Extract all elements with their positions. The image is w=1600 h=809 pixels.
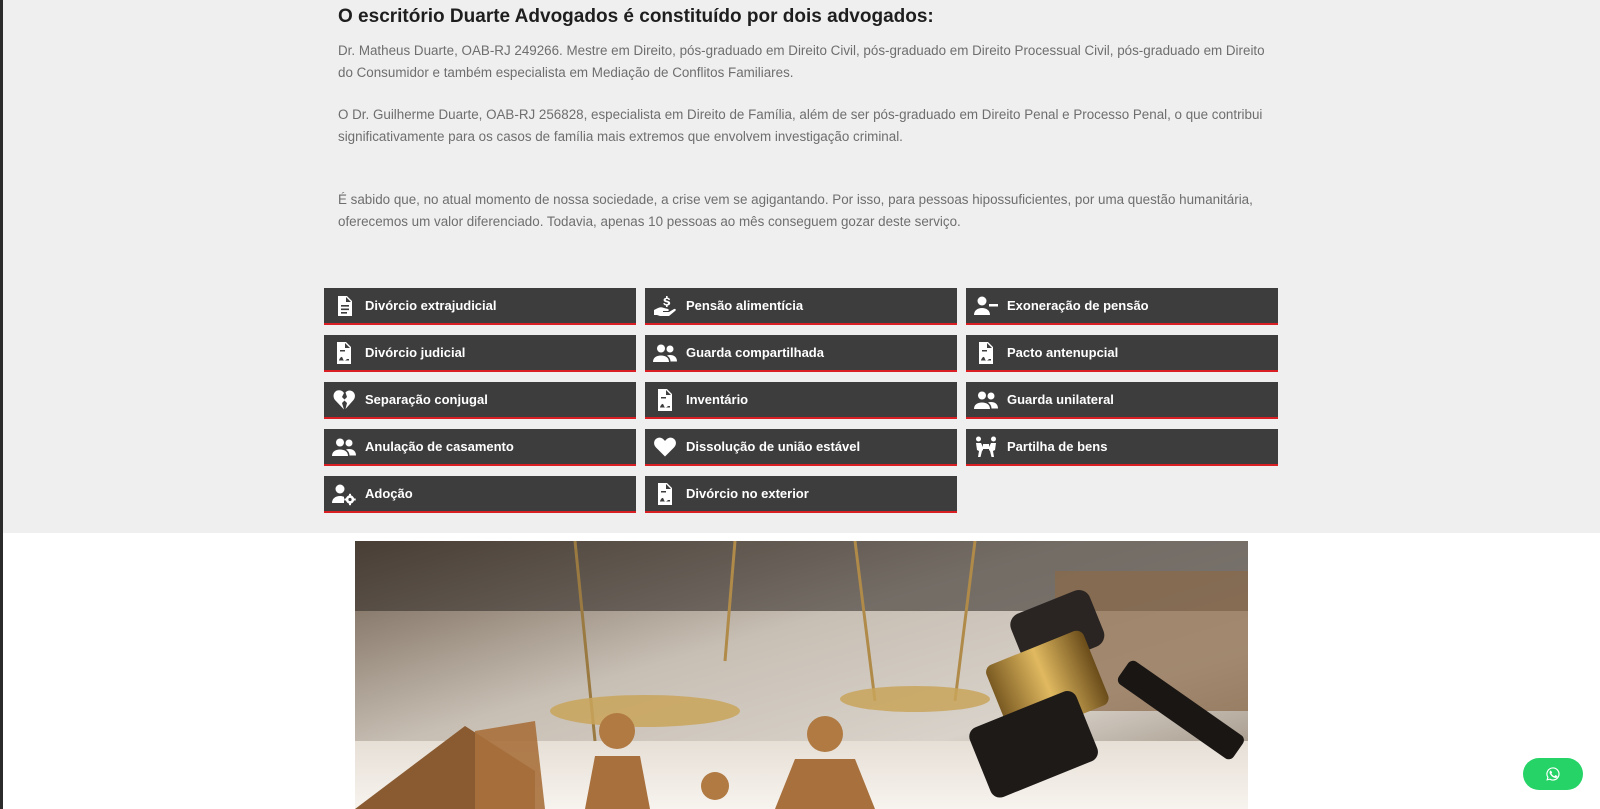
service-inventario[interactable]: Inventário [645,382,957,419]
broken-heart-icon [331,387,357,413]
service-label: Partilha de bens [1007,439,1108,454]
about-paragraph-guilherme: O Dr. Guilherme Duarte, OAB-RJ 256828, e… [338,107,1263,144]
service-pensao-alimenticia[interactable]: Pensão alimentícia [645,288,957,325]
service-label: Divórcio no exterior [686,486,809,501]
hand-money-icon [652,293,678,319]
service-label: Separação conjugal [365,392,488,407]
about-heading: O escritório Duarte Advogados é constitu… [338,6,934,27]
whatsapp-button[interactable] [1523,758,1583,790]
service-dissolucao-uniao-estavel[interactable]: Dissolução de união estável [645,429,957,466]
service-label: Exoneração de pensão [1007,298,1149,313]
service-guarda-unilateral[interactable]: Guarda unilateral [966,382,1278,419]
document-icon [331,293,357,319]
service-divorcio-judicial[interactable]: Divórcio judicial [324,335,636,372]
about-paragraph-pricing: É sabido que, no atual momento de nossa … [338,192,1253,229]
heart-icon [652,434,678,460]
contract-icon [331,340,357,366]
service-separacao-conjugal[interactable]: Separação conjugal [324,382,636,419]
contract-icon [652,387,678,413]
service-label: Anulação de casamento [365,439,514,454]
contract-icon [973,340,999,366]
users-icon [973,387,999,413]
service-label: Guarda unilateral [1007,392,1114,407]
service-adocao[interactable]: Adoção [324,476,636,513]
whatsapp-icon [1546,767,1560,781]
service-exoneracao-pensao[interactable]: Exoneração de pensão [966,288,1278,325]
about-paragraph-matheus: Dr. Matheus Duarte, OAB-RJ 249266. Mestr… [338,43,1265,80]
service-label: Dissolução de união estável [686,439,861,454]
service-label: Divórcio extrajudicial [365,298,497,313]
service-divorcio-exterior[interactable]: Divórcio no exterior [645,476,957,513]
service-guarda-compartilhada[interactable]: Guarda compartilhada [645,335,957,372]
people-carry-icon [973,434,999,460]
service-anulacao-casamento[interactable]: Anulação de casamento [324,429,636,466]
hero-photo-scales-gavel [355,541,1248,809]
service-label: Inventário [686,392,749,407]
service-label: Adoção [365,486,413,501]
service-label: Pacto antenupcial [1007,345,1119,360]
user-cog-icon [331,481,357,507]
service-label: Guarda compartilhada [686,345,824,360]
service-pacto-antenupcial[interactable]: Pacto antenupcial [966,335,1278,372]
user-minus-icon [973,293,999,319]
service-partilha-bens[interactable]: Partilha de bens [966,429,1278,466]
service-label: Pensão alimentícia [686,298,804,313]
service-label: Divórcio judicial [365,345,466,360]
users-icon [331,434,357,460]
contract-icon [652,481,678,507]
service-divorcio-extrajudicial[interactable]: Divórcio extrajudicial [324,288,636,325]
users-icon [652,340,678,366]
